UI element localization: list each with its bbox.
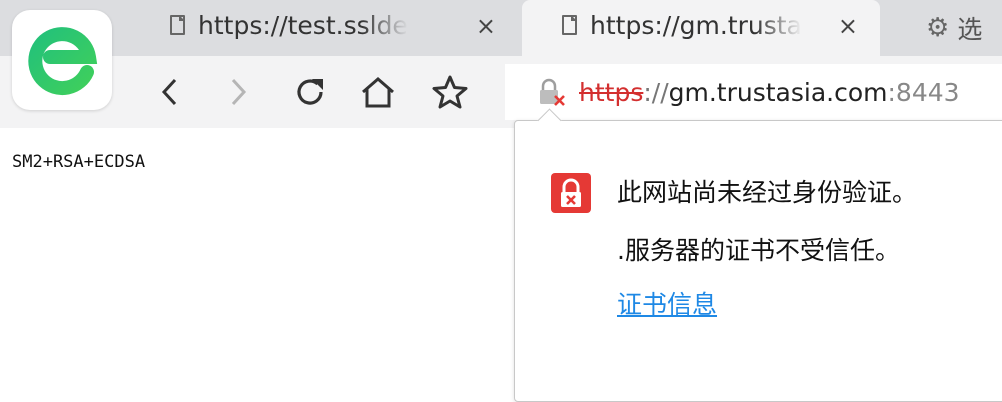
tab-settings[interactable]: ⚙ 选 xyxy=(900,0,1002,56)
page-body-text: SM2+RSA+ECDSA xyxy=(12,152,146,172)
back-arrow-icon xyxy=(161,78,177,106)
tab-gm-trustasia[interactable]: https://gm.trusta × xyxy=(522,0,880,56)
url-scheme: https xyxy=(579,77,644,107)
page-icon xyxy=(170,15,185,35)
certificate-info-link[interactable]: 证书信息 xyxy=(617,285,717,321)
bookmark-button[interactable] xyxy=(430,72,470,112)
insecure-lock-icon[interactable] xyxy=(535,76,567,108)
popup-message-line2: .服务器的证书不受信任。 xyxy=(617,236,900,265)
tab-test-sslde[interactable]: https://test.sslde × xyxy=(130,0,518,56)
tab-title: https://gm.trusta xyxy=(590,10,802,40)
close-icon[interactable]: × xyxy=(838,12,858,40)
forward-button[interactable] xyxy=(218,72,258,112)
toolbar: https :// gm.trustasia.com :8443 xyxy=(0,56,1002,128)
address-bar[interactable]: https :// gm.trustasia.com :8443 xyxy=(505,64,1002,120)
forward-arrow-icon xyxy=(231,78,247,106)
insecure-warning-icon xyxy=(551,173,591,213)
url-port: :8443 xyxy=(887,77,960,107)
tab-strip: https://test.sslde × https://gm.trusta ×… xyxy=(0,0,1002,56)
url-host: gm.trustasia.com xyxy=(668,77,888,107)
gear-icon: ⚙ xyxy=(926,13,950,43)
home-button[interactable] xyxy=(358,72,398,112)
tab-title: 选 xyxy=(957,15,983,44)
reload-icon xyxy=(297,79,323,105)
back-button[interactable] xyxy=(150,72,190,112)
security-info-popup: 此网站尚未经过身份验证。 .服务器的证书不受信任。 证书信息 xyxy=(514,108,1002,402)
browser-logo[interactable] xyxy=(12,10,112,110)
url-separator: :// xyxy=(643,77,669,107)
home-icon xyxy=(362,77,394,108)
tab-title: https://test.sslde xyxy=(198,10,408,40)
close-icon[interactable]: × xyxy=(476,12,496,40)
browser-logo-icon xyxy=(28,27,98,96)
popup-message-line1: 此网站尚未经过身份验证。 xyxy=(617,178,918,207)
star-icon xyxy=(432,75,468,109)
page-icon xyxy=(562,15,577,35)
reload-button[interactable] xyxy=(290,72,330,112)
